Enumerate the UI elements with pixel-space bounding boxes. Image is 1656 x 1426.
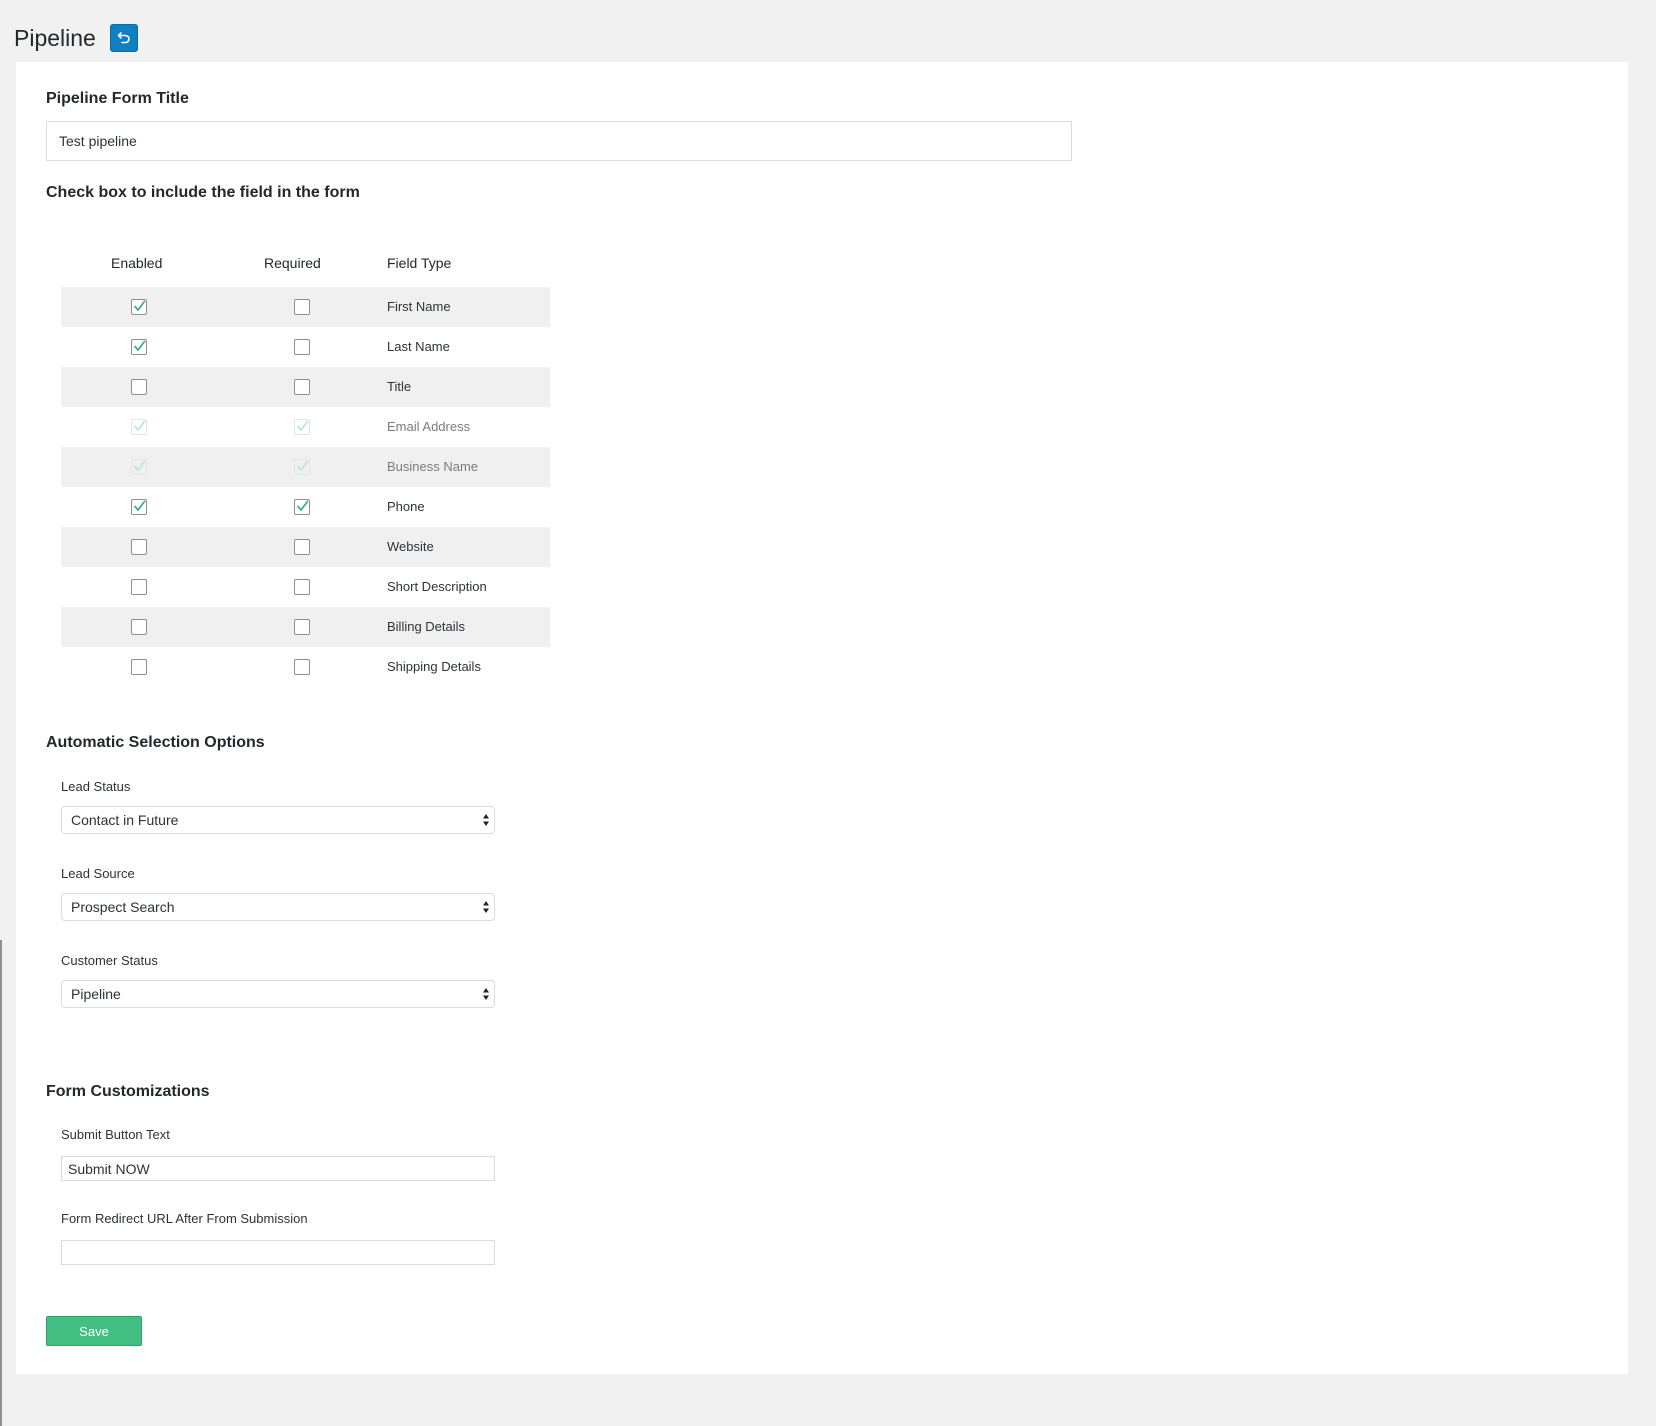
select-arrows-icon xyxy=(483,988,489,1000)
form-title-input[interactable] xyxy=(46,121,1072,161)
fields-heading: Check box to include the field in the fo… xyxy=(46,184,360,201)
required-checkbox[interactable] xyxy=(294,659,310,675)
lead-source-value: Prospect Search xyxy=(71,899,175,915)
table-row: Short Description xyxy=(61,567,550,607)
field-table: Enabled Required Field Type First Name La… xyxy=(61,237,550,687)
checkmark-icon xyxy=(297,500,309,511)
submit-text-label: Submit Button Text xyxy=(61,1127,170,1142)
field-table-header: Enabled Required Field Type xyxy=(61,237,550,287)
required-checkbox[interactable] xyxy=(294,539,310,555)
submit-text-input[interactable] xyxy=(61,1156,495,1181)
required-checkbox[interactable] xyxy=(294,579,310,595)
field-type-label: Last Name xyxy=(387,339,450,354)
back-button[interactable] xyxy=(109,24,138,52)
field-type-label: Phone xyxy=(387,499,425,514)
customer-status-label: Customer Status xyxy=(61,953,158,968)
lead-source-select[interactable]: Prospect Search xyxy=(61,893,495,921)
table-row: Website xyxy=(61,527,550,567)
enabled-checkbox[interactable] xyxy=(131,499,147,515)
required-checkbox[interactable] xyxy=(294,499,310,515)
field-type-label: Billing Details xyxy=(387,619,466,634)
field-type-label: Shipping Details xyxy=(387,659,481,674)
field-type-label: Email Address xyxy=(387,419,471,434)
undo-icon xyxy=(117,32,130,44)
left-edge-rule xyxy=(0,940,2,1426)
select-arrows-icon xyxy=(483,814,489,826)
select-arrows-icon xyxy=(483,901,489,913)
enabled-checkbox[interactable] xyxy=(131,379,147,395)
table-row: Billing Details xyxy=(61,607,550,647)
checkmark-icon xyxy=(297,460,309,471)
page-title: Pipeline xyxy=(14,24,96,51)
required-checkbox[interactable] xyxy=(294,379,310,395)
lead-status-label: Lead Status xyxy=(61,779,131,794)
table-row: Shipping Details xyxy=(61,647,550,687)
enabled-checkbox[interactable] xyxy=(131,659,147,675)
enabled-checkbox[interactable] xyxy=(131,299,147,315)
lead-status-select[interactable]: Contact in Future xyxy=(61,806,495,834)
table-row: Business Name xyxy=(61,447,550,487)
table-row: Title xyxy=(61,367,550,407)
column-enabled: Enabled xyxy=(111,255,163,271)
table-row: Phone xyxy=(61,487,550,527)
checkmark-icon xyxy=(134,460,146,471)
required-checkbox[interactable] xyxy=(294,619,310,635)
checkmark-icon xyxy=(134,340,146,351)
enabled-checkbox[interactable] xyxy=(131,619,147,635)
enabled-checkbox xyxy=(131,459,147,475)
checkmark-icon xyxy=(134,420,146,431)
checkmark-icon xyxy=(134,300,146,311)
checkmark-icon xyxy=(297,420,309,431)
field-type-label: First Name xyxy=(387,299,451,314)
enabled-checkbox[interactable] xyxy=(131,539,147,555)
customizations-heading: Form Customizations xyxy=(46,1083,210,1100)
field-type-label: Website xyxy=(387,539,434,554)
enabled-checkbox xyxy=(131,419,147,435)
column-field-type: Field Type xyxy=(387,255,452,271)
lead-source-label: Lead Source xyxy=(61,866,135,881)
enabled-checkbox[interactable] xyxy=(131,579,147,595)
table-row: First Name xyxy=(61,287,550,327)
table-row: Email Address xyxy=(61,407,550,447)
required-checkbox xyxy=(294,419,310,435)
form-title-heading: Pipeline Form Title xyxy=(46,90,189,107)
required-checkbox[interactable] xyxy=(294,339,310,355)
table-row: Last Name xyxy=(61,327,550,367)
auto-selection-heading: Automatic Selection Options xyxy=(46,734,265,751)
field-type-label: Short Description xyxy=(387,579,487,594)
required-checkbox[interactable] xyxy=(294,299,310,315)
enabled-checkbox[interactable] xyxy=(131,339,147,355)
field-rows: First Name Last Name Title Email Address Bus… xyxy=(61,287,550,687)
page-header: Pipeline xyxy=(14,18,138,58)
required-checkbox xyxy=(294,459,310,475)
save-button[interactable]: Save xyxy=(46,1316,142,1346)
lead-status-value: Contact in Future xyxy=(71,812,179,828)
customer-status-select[interactable]: Pipeline xyxy=(61,980,495,1008)
column-required: Required xyxy=(264,255,321,271)
customer-status-value: Pipeline xyxy=(71,986,121,1002)
form-panel: Pipeline Form Title Check box to include… xyxy=(16,62,1628,1374)
checkmark-icon xyxy=(134,500,146,511)
redirect-url-input[interactable] xyxy=(61,1240,495,1265)
field-type-label: Business Name xyxy=(387,459,479,474)
field-type-label: Title xyxy=(387,379,412,394)
redirect-url-label: Form Redirect URL After From Submission xyxy=(61,1211,308,1226)
